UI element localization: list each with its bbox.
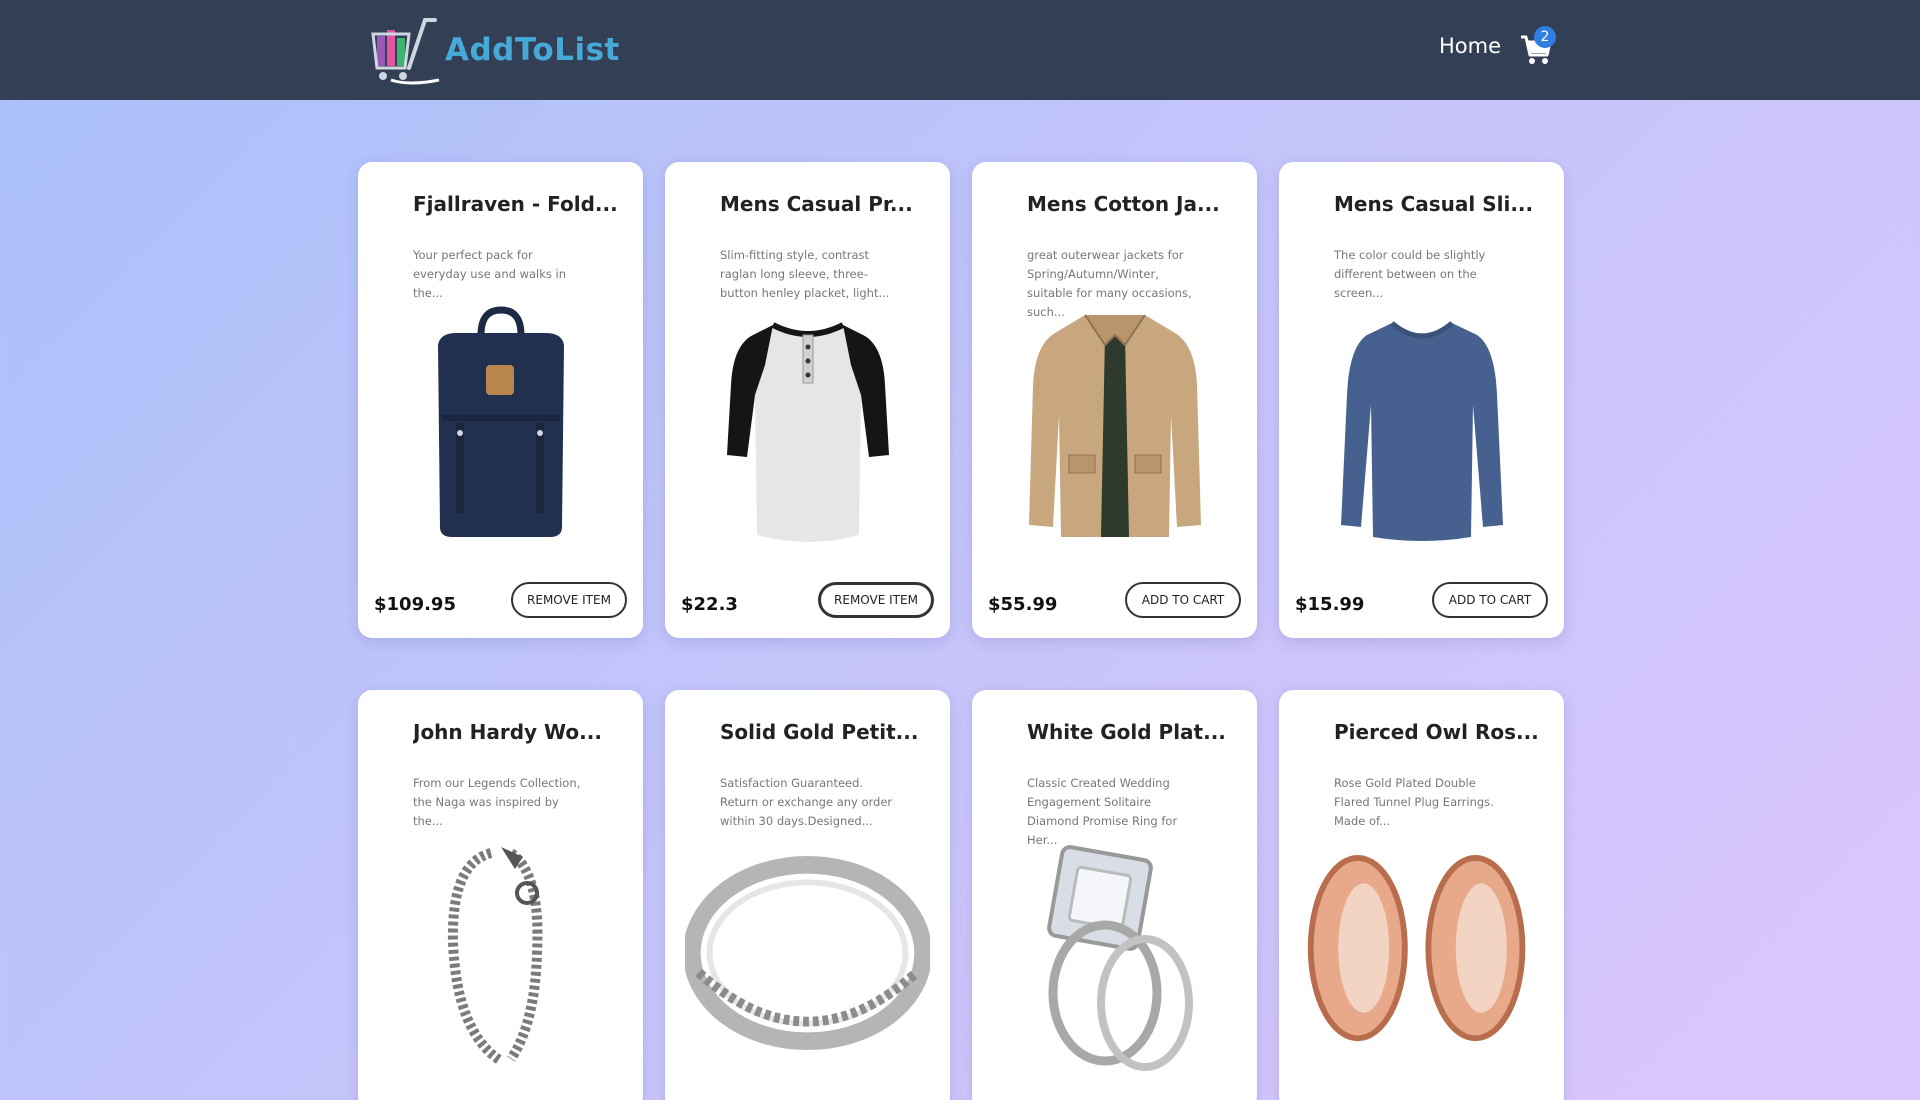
product-card: Mens Casual Sli... The color could be sl… <box>1279 162 1564 638</box>
product-description: Slim-fitting style, contrast raglan long… <box>720 248 890 300</box>
henley-shirt-icon <box>726 321 889 542</box>
product-description: From our Legends Collection, the Naga wa… <box>413 776 581 828</box>
navbar: AddToList Home 2 <box>0 0 1920 100</box>
remove-item-button[interactable]: REMOVE ITEM <box>511 582 627 618</box>
product-title: White Gold Plat... <box>1027 720 1226 744</box>
product-price: $15.99 <box>1295 594 1365 615</box>
product-image <box>685 302 930 547</box>
remove-item-button[interactable]: REMOVE ITEM <box>818 582 934 618</box>
diamond-ring-icon <box>1046 844 1193 1071</box>
product-image <box>992 830 1237 1075</box>
silver-ring-icon <box>685 855 930 1050</box>
product-title: Mens Casual Sli... <box>1334 192 1534 216</box>
rose-gold-plugs-icon <box>1307 854 1526 1041</box>
shopping-cart-logo-icon <box>371 18 440 85</box>
long-sleeve-tee-icon <box>1340 320 1503 541</box>
product-description: Rose Gold Plated Double Flared Tunnel Pl… <box>1334 776 1494 828</box>
cart-count-badge: 2 <box>1534 26 1556 48</box>
product-card: Mens Cotton Ja... great outerwear jacket… <box>972 162 1257 638</box>
brand-name: AddToList <box>445 32 620 68</box>
product-title: Pierced Owl Ros... <box>1334 720 1539 744</box>
product-title: John Hardy Wo... <box>413 720 602 744</box>
product-image <box>1299 302 1544 547</box>
product-price: $22.3 <box>681 594 738 615</box>
product-price: $109.95 <box>374 594 456 615</box>
product-image <box>992 302 1237 547</box>
product-image <box>378 302 623 547</box>
product-description: The color could be slightly different be… <box>1334 248 1486 300</box>
product-description: Your perfect pack for everyday use and w… <box>413 248 567 300</box>
product-title: Solid Gold Petit... <box>720 720 919 744</box>
product-card: Fjallraven - Fold... Your perfect pack f… <box>358 162 643 638</box>
product-description: Satisfaction Guaranteed. Return or excha… <box>720 776 893 828</box>
nav-home-link[interactable]: Home <box>1439 34 1501 58</box>
product-image <box>685 830 930 1075</box>
product-title: Fjallraven - Fold... <box>413 192 618 216</box>
product-card: White Gold Plat... Classic Created Weddi… <box>972 690 1257 1100</box>
product-card: Pierced Owl Ros... Rose Gold Plated Doub… <box>1279 690 1564 1100</box>
product-title: Mens Cotton Ja... <box>1027 192 1220 216</box>
add-to-cart-button[interactable]: ADD TO CART <box>1432 582 1548 618</box>
product-card: Mens Casual Pr... Slim-fitting style, co… <box>665 162 950 638</box>
brand-logo-link[interactable]: AddToList <box>369 14 620 86</box>
bracelet-icon <box>447 846 542 1065</box>
product-image <box>378 830 623 1075</box>
product-title: Mens Casual Pr... <box>720 192 913 216</box>
product-card: Solid Gold Petit... Satisfaction Guarant… <box>665 690 950 1100</box>
product-price: $55.99 <box>988 594 1058 615</box>
product-card: John Hardy Wo... From our Legends Collec… <box>358 690 643 1100</box>
product-image <box>1299 830 1544 1075</box>
add-to-cart-button[interactable]: ADD TO CART <box>1125 582 1241 618</box>
backpack-icon <box>437 305 564 537</box>
jacket-icon <box>1028 313 1201 537</box>
